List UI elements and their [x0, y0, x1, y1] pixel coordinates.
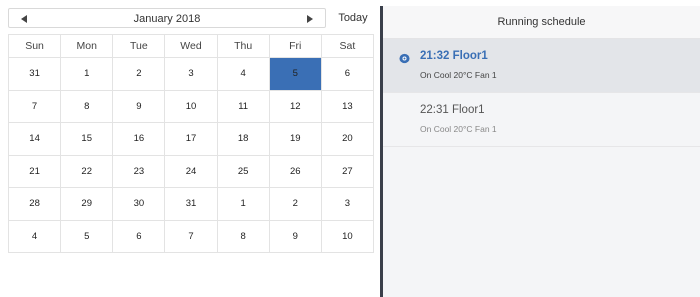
- day-cell[interactable]: 2: [268, 187, 322, 221]
- chevron-left-icon: [21, 15, 27, 23]
- day-cell[interactable]: 8: [60, 89, 114, 123]
- calendar-week-row: 21 22 23 24 25 26 27: [7, 154, 375, 188]
- day-cell[interactable]: 31: [164, 187, 218, 221]
- day-cell[interactable]: 3: [320, 187, 375, 221]
- day-cell[interactable]: 26: [268, 154, 322, 188]
- day-cell[interactable]: 6: [112, 219, 166, 253]
- day-cell[interactable]: 1: [216, 187, 270, 221]
- schedule-item-title: 22:31 Floor1: [420, 104, 485, 116]
- calendar-week-row: 4 5 6 7 8 9 10: [7, 219, 375, 253]
- selected-day-cell[interactable]: 5: [268, 57, 322, 91]
- weekday-sun: Sun: [7, 34, 62, 58]
- day-cell[interactable]: 2: [112, 57, 166, 91]
- day-cell[interactable]: 18: [216, 122, 270, 156]
- day-cell[interactable]: 3: [164, 57, 218, 91]
- day-cell[interactable]: 16: [112, 122, 166, 156]
- day-cell[interactable]: 9: [112, 89, 166, 123]
- today-button[interactable]: Today: [330, 8, 376, 28]
- day-cell[interactable]: 7: [7, 89, 62, 123]
- weekday-thu: Thu: [216, 34, 270, 58]
- chevron-right-icon: [307, 15, 313, 23]
- day-cell[interactable]: 9: [268, 219, 322, 253]
- calendar-body: 31 1 2 3 4 5 6 7 8 9 10 11 12 13 14 15 16 17 18 19 20 21 22 23 2…: [7, 57, 375, 253]
- calendar-week-row: 31 1 2 3 4 5 6: [7, 57, 375, 91]
- day-cell[interactable]: 13: [320, 89, 375, 123]
- day-cell[interactable]: 11: [216, 89, 270, 123]
- schedule-panel: Running schedule 21:32 Floor1 On Cool 20°…: [383, 6, 700, 297]
- month-title: January 2018: [133, 13, 201, 25]
- day-cell[interactable]: 6: [320, 57, 375, 91]
- day-cell[interactable]: 19: [268, 122, 322, 156]
- eye-icon: [399, 53, 410, 64]
- day-cell[interactable]: 8: [216, 219, 270, 253]
- schedule-list: 21:32 Floor1 On Cool 20°C Fan 1 22:31 Floo…: [383, 39, 700, 147]
- schedule-item-subtitle: On Cool 20°C Fan 1: [420, 124, 497, 134]
- schedule-item[interactable]: 22:31 Floor1 On Cool 20°C Fan 1: [383, 93, 700, 147]
- day-cell[interactable]: 17: [164, 122, 218, 156]
- weekday-tue: Tue: [112, 34, 166, 58]
- day-cell[interactable]: 22: [60, 154, 114, 188]
- day-cell[interactable]: 20: [320, 122, 375, 156]
- weekday-fri: Fri: [268, 34, 322, 58]
- day-cell[interactable]: 1: [60, 57, 114, 91]
- schedule-item-title: 21:32 Floor1: [420, 50, 488, 62]
- day-cell[interactable]: 23: [112, 154, 166, 188]
- day-cell[interactable]: 30: [112, 187, 166, 221]
- calendar-header: January 2018 Today: [8, 8, 378, 30]
- next-month-button[interactable]: [297, 9, 323, 29]
- schedule-item[interactable]: 21:32 Floor1 On Cool 20°C Fan 1: [383, 39, 700, 93]
- day-cell[interactable]: 28: [7, 187, 62, 221]
- day-cell[interactable]: 4: [7, 219, 62, 253]
- calendar-week-row: 14 15 16 17 18 19 20: [7, 122, 375, 156]
- day-cell[interactable]: 10: [164, 89, 218, 123]
- day-cell[interactable]: 7: [164, 219, 218, 253]
- day-cell[interactable]: 5: [60, 219, 114, 253]
- schedule-item-subtitle: On Cool 20°C Fan 1: [420, 70, 497, 80]
- month-navigator: January 2018: [8, 8, 326, 28]
- day-cell[interactable]: 10: [320, 219, 375, 253]
- day-cell[interactable]: 21: [7, 154, 62, 188]
- prev-month-button[interactable]: [11, 9, 37, 29]
- day-cell[interactable]: 24: [164, 154, 218, 188]
- day-cell[interactable]: 27: [320, 154, 375, 188]
- weekday-mon: Mon: [60, 34, 114, 58]
- day-cell[interactable]: 31: [7, 57, 62, 91]
- day-cell[interactable]: 14: [7, 122, 62, 156]
- weekday-header-row: Sun Mon Tue Wed Thu Fri Sat: [7, 34, 375, 58]
- day-cell[interactable]: 25: [216, 154, 270, 188]
- calendar-panel: January 2018 Today Sun Mon Tue Wed Thu Fri Sat…: [7, 8, 378, 253]
- day-cell[interactable]: 29: [60, 187, 114, 221]
- day-cell[interactable]: 15: [60, 122, 114, 156]
- calendar-week-row: 7 8 9 10 11 12 13: [7, 89, 375, 123]
- weekday-sat: Sat: [320, 34, 375, 58]
- schedule-header: Running schedule: [383, 6, 700, 39]
- day-cell[interactable]: 12: [268, 89, 322, 123]
- weekday-wed: Wed: [164, 34, 218, 58]
- calendar-week-row: 28 29 30 31 1 2 3: [7, 187, 375, 221]
- calendar-grid: Sun Mon Tue Wed Thu Fri Sat 31 1 2 3 4 5 6 7 8 9 10 11 12 1…: [7, 34, 375, 253]
- day-cell[interactable]: 4: [216, 57, 270, 91]
